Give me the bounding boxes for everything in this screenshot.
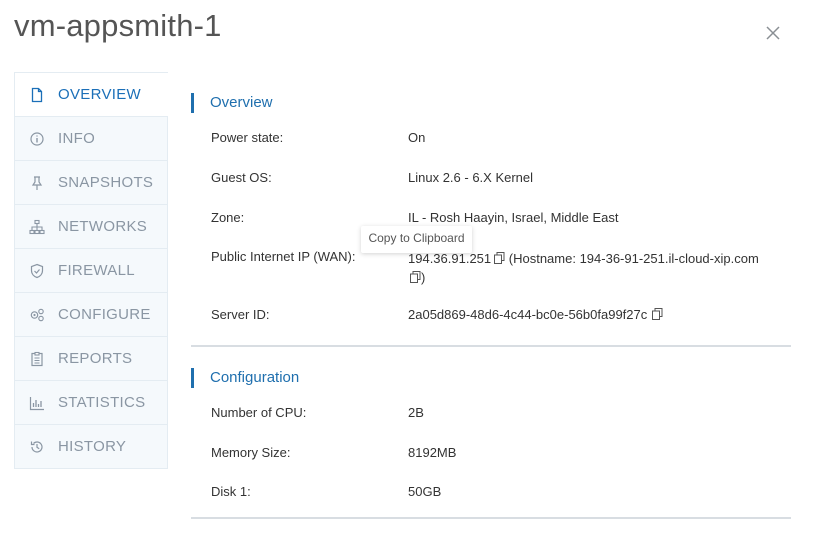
history-icon [29,439,45,455]
sidebar-item-label: HISTORY [58,438,127,455]
memory-label: Memory Size: [211,445,291,460]
sidebar-item-label: NETWORKS [58,218,148,235]
copy-server-id-icon[interactable] [652,308,663,320]
sidebar-item-label: STATISTICS [58,394,146,411]
zone-label: Zone: [211,210,245,225]
pin-icon [29,175,45,191]
section-divider [191,517,791,519]
server-id-label: Server ID: [211,307,270,322]
sidebar-item-snapshots[interactable]: SNAPSHOTS [14,161,168,205]
vm-details-dialog: vm-appsmith-1 OVERVIEW INFO SNAPSHOTS NE… [0,0,819,556]
sidebar-item-label: FIREWALL [58,262,135,279]
guest-os-value: Linux 2.6 - 6.X Kernel [408,170,534,185]
zone-value: IL - Rosh Haayin, Israel, Middle East [408,210,619,225]
sidebar-item-networks[interactable]: NETWORKS [14,205,168,249]
copy-ip-icon[interactable] [494,250,505,264]
sidebar-item-statistics[interactable]: STATISTICS [14,381,168,425]
clipboard-icon [29,351,45,367]
power-state-value: On [408,130,426,145]
close-icon [766,26,780,40]
public-ip-value-group: 194.36.91.251 (Hostname: 194-36-91-251.i… [408,249,778,287]
document-icon [29,87,45,103]
sidebar-item-firewall[interactable]: FIREWALL [14,249,168,293]
section-divider [191,345,791,347]
memory-value: 8192MB [408,445,457,460]
overview-heading: Overview [191,93,273,113]
hostname-close: ) [421,270,426,285]
sidebar-item-label: INFO [58,130,96,147]
disk-value: 50GB [408,484,442,499]
cpu-value: 2B [408,405,424,420]
shield-icon [29,263,45,279]
sidebar-item-info[interactable]: INFO [14,117,168,161]
chart-icon [29,395,45,411]
copy-hostname-icon[interactable] [410,269,421,283]
public-ip-value: 194.36.91.251 [408,251,492,266]
gears-icon [29,307,45,323]
cpu-label: Number of CPU: [211,405,307,420]
server-id-value: 2a05d869-48d6-4c44-bc0e-56b0fa99f27c [408,307,648,322]
public-ip-label: Public Internet IP (WAN): [211,249,356,264]
guest-os-label: Guest OS: [211,170,272,185]
sidebar-nav: OVERVIEW INFO SNAPSHOTS NETWORKS FIREWAL… [14,72,168,469]
power-state-label: Power state: [211,130,284,145]
network-icon [29,219,45,235]
close-button[interactable] [762,22,784,44]
sidebar-item-label: CONFIGURE [58,306,151,323]
disk-label: Disk 1: [211,484,251,499]
configuration-heading: Configuration [191,368,299,388]
page-title: vm-appsmith-1 [14,8,222,43]
sidebar-item-history[interactable]: HISTORY [14,425,168,469]
hostname-value: (Hostname: 194-36-91-251.il-cloud-xip.co… [508,251,759,266]
sidebar-item-label: REPORTS [58,350,133,367]
server-id-value-group: 2a05d869-48d6-4c44-bc0e-56b0fa99f27c [408,307,663,322]
sidebar-item-label: SNAPSHOTS [58,174,154,191]
info-icon [29,131,45,147]
sidebar-item-overview[interactable]: OVERVIEW [14,72,168,117]
sidebar-item-reports[interactable]: REPORTS [14,337,168,381]
sidebar-item-configure[interactable]: CONFIGURE [14,293,168,337]
copy-tooltip: Copy to Clipboard [361,226,472,253]
sidebar-item-label: OVERVIEW [58,86,141,103]
